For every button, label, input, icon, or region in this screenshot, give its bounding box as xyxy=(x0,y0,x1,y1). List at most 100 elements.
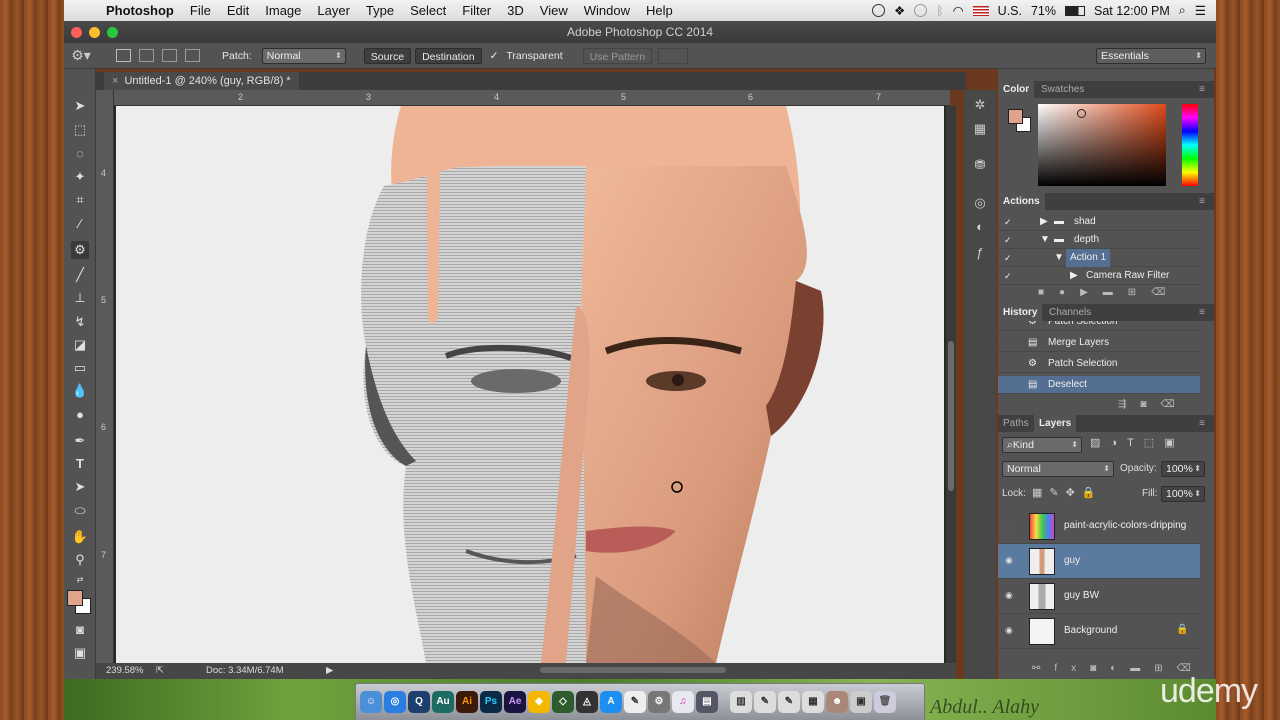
bluetooth-icon[interactable]: ᛒ xyxy=(936,4,944,18)
shape-filter-icon[interactable]: ⬚ xyxy=(1144,437,1164,449)
tab-swatches[interactable]: Swatches xyxy=(1036,81,1089,98)
action-row[interactable]: ✓ ▼ ▬ depth xyxy=(998,231,1200,249)
transparent-label[interactable]: Transparent xyxy=(500,48,568,64)
collapse-arrow-icon[interactable]: ▼ xyxy=(1040,231,1050,249)
history-item[interactable]: ▤ Merge Layers xyxy=(998,334,1200,352)
zoom-window-button[interactable] xyxy=(107,27,118,38)
subtract-from-selection-icon[interactable] xyxy=(162,49,177,62)
toggle-check-icon[interactable]: ✓ xyxy=(1004,231,1014,249)
color-panel-foreground[interactable] xyxy=(1008,109,1023,124)
menu-help[interactable]: Help xyxy=(638,3,681,18)
photos-icon[interactable]: ▤ xyxy=(696,691,718,713)
pattern-picker[interactable] xyxy=(658,47,689,64)
expand-arrow-icon[interactable]: ▶ xyxy=(1040,213,1048,231)
dreamweaver-icon[interactable]: ◇ xyxy=(552,691,574,713)
clone-stamp-tool-icon[interactable]: ⊥ xyxy=(71,289,89,307)
color-panel-menu-icon[interactable]: ≡ xyxy=(1194,81,1210,98)
patch-mode-select[interactable]: Normal xyxy=(261,47,346,64)
zoom-level[interactable]: 239.58% xyxy=(106,663,144,679)
lock-position-icon[interactable]: ✥ xyxy=(1066,487,1082,499)
action-row[interactable]: ✓ ▶ ▬ shad xyxy=(998,213,1200,231)
fx-icon[interactable]: fx xyxy=(1054,663,1090,674)
document-stack-icon[interactable]: ▥ xyxy=(730,691,752,713)
status-menu-arrow-icon[interactable]: ▶ xyxy=(326,663,333,679)
stop-icon[interactable]: ■ xyxy=(1038,287,1059,298)
lasso-tool-icon[interactable]: ◌ xyxy=(71,145,89,163)
screen-mode-icon[interactable]: ▣ xyxy=(71,644,89,662)
color-picker-field[interactable] xyxy=(1038,104,1166,186)
eye-icon[interactable]: ◉ xyxy=(1005,625,1013,636)
pen-tool-icon[interactable]: ✒ xyxy=(71,432,89,450)
image-stack-icon[interactable]: ▣ xyxy=(850,691,872,713)
styles-icon[interactable]: ƒ xyxy=(971,244,989,262)
play-icon[interactable]: ▶ xyxy=(1080,287,1103,298)
spotlight-icon[interactable]: ⌕ xyxy=(1179,3,1186,18)
eye-icon[interactable]: ◉ xyxy=(1005,590,1013,601)
toggle-check-icon[interactable]: ✓ xyxy=(1004,213,1014,231)
eraser-tool-icon[interactable]: ◪ xyxy=(71,336,89,354)
menu-filter[interactable]: Filter xyxy=(454,3,499,18)
history-item[interactable]: ▤ Deselect xyxy=(998,376,1200,394)
tab-color[interactable]: Color xyxy=(998,81,1035,98)
after-effects-icon[interactable]: Ae xyxy=(504,691,526,713)
transparent-checkbox-icon[interactable]: ✓ xyxy=(490,50,499,62)
itunes-icon[interactable]: ♫ xyxy=(672,691,694,713)
crop-tool-icon[interactable]: ⌗ xyxy=(71,191,89,209)
menu-layer[interactable]: Layer xyxy=(309,3,358,18)
image-stack-icon[interactable]: ☻ xyxy=(826,691,848,713)
battery-icon[interactable] xyxy=(1065,5,1086,16)
patch-tool-preset-icon[interactable]: ⚙▾ xyxy=(64,47,98,64)
opacity-input[interactable]: 100% xyxy=(1161,461,1205,477)
adjustment-layer-icon[interactable]: ◐ xyxy=(1110,663,1130,674)
link-layers-icon[interactable]: ⚯ xyxy=(1032,663,1054,674)
record-icon[interactable] xyxy=(872,4,886,17)
new-selection-icon[interactable] xyxy=(116,49,131,62)
quicktime-icon[interactable]: Q xyxy=(408,691,430,713)
notification-center-icon[interactable]: ☰ xyxy=(1195,3,1206,18)
trash-icon[interactable]: 🗑 xyxy=(874,691,896,713)
smart-object-filter-icon[interactable]: ▣ xyxy=(1164,437,1184,449)
record-action-icon[interactable]: ● xyxy=(1059,287,1080,298)
brush-settings-icon[interactable]: ✲ xyxy=(971,96,989,114)
dropbox-icon[interactable]: ❖ xyxy=(894,3,905,18)
move-tool-icon[interactable]: ➤ xyxy=(71,97,89,115)
menu-select[interactable]: Select xyxy=(402,3,454,18)
source-button[interactable]: Source xyxy=(363,47,412,64)
tab-paths[interactable]: Paths xyxy=(998,415,1034,432)
app-store-icon[interactable]: A xyxy=(600,691,622,713)
history-item[interactable]: ⚙ Patch Selection xyxy=(998,321,1200,331)
layers-panel-menu-icon[interactable]: ≡ xyxy=(1194,415,1210,432)
properties-icon[interactable]: ◐ xyxy=(971,218,989,236)
time-machine-icon[interactable] xyxy=(914,4,928,17)
eye-icon[interactable]: ◉ xyxy=(1005,555,1013,566)
safari-icon[interactable]: ◎ xyxy=(384,691,406,713)
illustrator-icon[interactable]: Ai xyxy=(456,691,478,713)
history-item[interactable]: ⚙ Patch Selection xyxy=(998,355,1200,373)
brush-presets-icon[interactable]: ▦ xyxy=(971,120,989,138)
layer-row[interactable]: ◉ guy BW xyxy=(998,579,1200,614)
swap-colors-icon[interactable]: ⇄ xyxy=(71,571,89,589)
pixel-filter-icon[interactable]: ▨ xyxy=(1090,437,1110,449)
wifi-icon[interactable]: ◠ xyxy=(953,3,964,18)
tab-layers[interactable]: Layers xyxy=(1034,415,1077,432)
layer-row[interactable]: paint-acrylic-colors-dripping xyxy=(998,509,1200,544)
zoom-tool-icon[interactable]: ⚲ xyxy=(71,551,89,569)
audition-icon[interactable]: Au xyxy=(432,691,454,713)
canvas-vertical-scrollbar[interactable] xyxy=(946,106,956,663)
lock-paint-icon[interactable]: ✎ xyxy=(1049,487,1065,499)
dodge-tool-icon[interactable]: ● xyxy=(71,406,89,424)
eyedropper-tool-icon[interactable]: ⁄ xyxy=(71,215,89,233)
textedit-icon[interactable]: ✎ xyxy=(624,691,646,713)
action-row[interactable]: ✓ ▼ Action 1 xyxy=(998,249,1200,267)
lock-all-icon[interactable]: 🔒 xyxy=(1082,487,1103,499)
gradient-tool-icon[interactable]: ▭ xyxy=(71,359,89,377)
tab-actions[interactable]: Actions xyxy=(998,193,1045,210)
actions-panel-menu-icon[interactable]: ≡ xyxy=(1194,193,1210,210)
menu-3d[interactable]: 3D xyxy=(499,3,532,18)
camera-icon[interactable]: ◙ xyxy=(1140,399,1160,410)
close-window-button[interactable] xyxy=(71,27,82,38)
quick-selection-tool-icon[interactable]: ✦ xyxy=(71,168,89,186)
expand-arrow-icon[interactable]: ▶ xyxy=(1070,267,1078,285)
path-selection-tool-icon[interactable]: ➤ xyxy=(71,478,89,496)
document-canvas[interactable] xyxy=(116,106,944,663)
